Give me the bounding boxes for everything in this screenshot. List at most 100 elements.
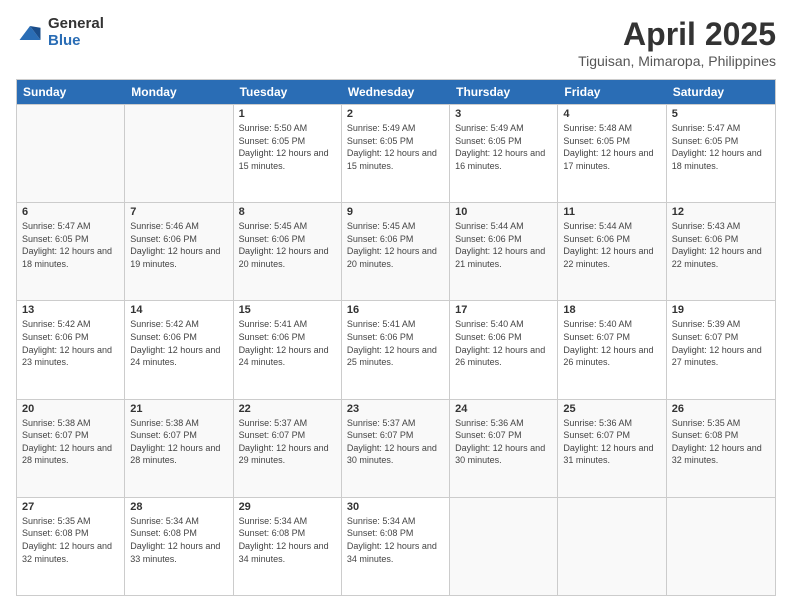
- cell-info: Sunrise: 5:45 AMSunset: 6:06 PMDaylight:…: [239, 220, 336, 270]
- calendar-week-5: 27 Sunrise: 5:35 AMSunset: 6:08 PMDayligh…: [17, 497, 775, 595]
- cell-info: Sunrise: 5:45 AMSunset: 6:06 PMDaylight:…: [347, 220, 444, 270]
- cell-info: Sunrise: 5:36 AMSunset: 6:07 PMDaylight:…: [455, 417, 552, 467]
- calendar-day-8: 8 Sunrise: 5:45 AMSunset: 6:06 PMDaylight…: [234, 203, 342, 300]
- calendar-day-11: 11Sunrise: 5:44 AMSunset: 6:06 PMDayligh…: [558, 203, 666, 300]
- day-number: 1: [239, 108, 336, 120]
- cell-info: Sunrise: 5:46 AMSunset: 6:06 PMDaylight:…: [130, 220, 227, 270]
- cell-info: Sunrise: 5:34 AMSunset: 6:08 PMDaylight:…: [239, 515, 336, 565]
- cell-info: Sunrise: 5:38 AMSunset: 6:07 PMDaylight:…: [22, 417, 119, 467]
- day-number: 28: [130, 501, 227, 513]
- day-number: 27: [22, 501, 119, 513]
- calendar-day-4: 4 Sunrise: 5:48 AMSunset: 6:05 PMDaylight…: [558, 105, 666, 202]
- header-day-tuesday: Tuesday: [234, 80, 342, 104]
- calendar-empty-cell: [17, 105, 125, 202]
- calendar-day-25: 25 Sunrise: 5:36 AMSunset: 6:07 PMDayligh…: [558, 400, 666, 497]
- day-number: 22: [239, 403, 336, 415]
- logo-text: General Blue: [48, 16, 104, 49]
- calendar-day-7: 7Sunrise: 5:46 AMSunset: 6:06 PMDaylight…: [125, 203, 233, 300]
- cell-info: Sunrise: 5:50 AMSunset: 6:05 PMDaylight:…: [239, 122, 336, 172]
- day-number: 10: [455, 206, 552, 218]
- header-day-friday: Friday: [558, 80, 666, 104]
- day-number: 23: [347, 403, 444, 415]
- day-number: 2: [347, 108, 444, 120]
- day-number: 18: [563, 304, 660, 316]
- calendar-day-13: 13Sunrise: 5:42 AMSunset: 6:06 PMDayligh…: [17, 301, 125, 398]
- day-number: 14: [130, 304, 227, 316]
- calendar-empty-cell: [450, 498, 558, 595]
- calendar-day-6: 6 Sunrise: 5:47 AMSunset: 6:05 PMDaylight…: [17, 203, 125, 300]
- header-day-wednesday: Wednesday: [342, 80, 450, 104]
- cell-info: Sunrise: 5:38 AMSunset: 6:07 PMDaylight:…: [130, 417, 227, 467]
- day-number: 12: [672, 206, 770, 218]
- calendar-day-30: 30Sunrise: 5:34 AMSunset: 6:08 PMDayligh…: [342, 498, 450, 595]
- calendar-day-12: 12 Sunrise: 5:43 AMSunset: 6:06 PMDayligh…: [667, 203, 775, 300]
- cell-info: Sunrise: 5:39 AMSunset: 6:07 PMDaylight:…: [672, 318, 770, 368]
- calendar-week-3: 13Sunrise: 5:42 AMSunset: 6:06 PMDayligh…: [17, 300, 775, 398]
- calendar-day-18: 18Sunrise: 5:40 AMSunset: 6:07 PMDayligh…: [558, 301, 666, 398]
- logo: General Blue: [16, 16, 104, 49]
- day-number: 16: [347, 304, 444, 316]
- calendar-day-19: 19 Sunrise: 5:39 AMSunset: 6:07 PMDayligh…: [667, 301, 775, 398]
- day-number: 13: [22, 304, 119, 316]
- day-number: 21: [130, 403, 227, 415]
- calendar-day-27: 27 Sunrise: 5:35 AMSunset: 6:08 PMDayligh…: [17, 498, 125, 595]
- day-number: 19: [672, 304, 770, 316]
- calendar-day-1: 1 Sunrise: 5:50 AMSunset: 6:05 PMDaylight…: [234, 105, 342, 202]
- calendar-day-22: 22 Sunrise: 5:37 AMSunset: 6:07 PMDayligh…: [234, 400, 342, 497]
- cell-info: Sunrise: 5:48 AMSunset: 6:05 PMDaylight:…: [563, 122, 660, 172]
- calendar-day-23: 23 Sunrise: 5:37 AMSunset: 6:07 PMDayligh…: [342, 400, 450, 497]
- calendar-empty-cell: [558, 498, 666, 595]
- calendar-body: 1 Sunrise: 5:50 AMSunset: 6:05 PMDaylight…: [17, 104, 775, 595]
- calendar-day-17: 17 Sunrise: 5:40 AMSunset: 6:06 PMDayligh…: [450, 301, 558, 398]
- cell-info: Sunrise: 5:41 AMSunset: 6:06 PMDaylight:…: [347, 318, 444, 368]
- cell-info: Sunrise: 5:44 AMSunset: 6:06 PMDaylight:…: [455, 220, 552, 270]
- calendar-day-14: 14Sunrise: 5:42 AMSunset: 6:06 PMDayligh…: [125, 301, 233, 398]
- calendar-day-28: 28 Sunrise: 5:34 AMSunset: 6:08 PMDayligh…: [125, 498, 233, 595]
- day-number: 25: [563, 403, 660, 415]
- logo-icon: [16, 19, 44, 47]
- month-title: April 2025: [578, 16, 776, 53]
- header-day-thursday: Thursday: [450, 80, 558, 104]
- day-number: 30: [347, 501, 444, 513]
- cell-info: Sunrise: 5:41 AMSunset: 6:06 PMDaylight:…: [239, 318, 336, 368]
- cell-info: Sunrise: 5:47 AMSunset: 6:05 PMDaylight:…: [672, 122, 770, 172]
- calendar-week-1: 1 Sunrise: 5:50 AMSunset: 6:05 PMDaylight…: [17, 104, 775, 202]
- header: General Blue April 2025 Tiguisan, Mimaro…: [16, 16, 776, 69]
- cell-info: Sunrise: 5:40 AMSunset: 6:06 PMDaylight:…: [455, 318, 552, 368]
- day-number: 9: [347, 206, 444, 218]
- calendar-week-4: 20Sunrise: 5:38 AMSunset: 6:07 PMDayligh…: [17, 399, 775, 497]
- cell-info: Sunrise: 5:37 AMSunset: 6:07 PMDaylight:…: [239, 417, 336, 467]
- calendar: SundayMondayTuesdayWednesdayThursdayFrid…: [16, 79, 776, 596]
- header-day-sunday: Sunday: [17, 80, 125, 104]
- cell-info: Sunrise: 5:36 AMSunset: 6:07 PMDaylight:…: [563, 417, 660, 467]
- logo-general-text: General: [48, 16, 104, 33]
- calendar-day-9: 9 Sunrise: 5:45 AMSunset: 6:06 PMDaylight…: [342, 203, 450, 300]
- calendar-empty-cell: [667, 498, 775, 595]
- header-day-saturday: Saturday: [667, 80, 775, 104]
- day-number: 26: [672, 403, 770, 415]
- title-area: April 2025 Tiguisan, Mimaropa, Philippin…: [578, 16, 776, 69]
- cell-info: Sunrise: 5:44 AMSunset: 6:06 PMDaylight:…: [563, 220, 660, 270]
- day-number: 17: [455, 304, 552, 316]
- cell-info: Sunrise: 5:37 AMSunset: 6:07 PMDaylight:…: [347, 417, 444, 467]
- calendar-day-10: 10 Sunrise: 5:44 AMSunset: 6:06 PMDayligh…: [450, 203, 558, 300]
- calendar-day-3: 3Sunrise: 5:49 AMSunset: 6:05 PMDaylight…: [450, 105, 558, 202]
- header-day-monday: Monday: [125, 80, 233, 104]
- logo-blue-text: Blue: [48, 33, 104, 50]
- calendar-day-24: 24Sunrise: 5:36 AMSunset: 6:07 PMDayligh…: [450, 400, 558, 497]
- day-number: 6: [22, 206, 119, 218]
- calendar-day-15: 15 Sunrise: 5:41 AMSunset: 6:06 PMDayligh…: [234, 301, 342, 398]
- day-number: 8: [239, 206, 336, 218]
- cell-info: Sunrise: 5:49 AMSunset: 6:05 PMDaylight:…: [347, 122, 444, 172]
- day-number: 4: [563, 108, 660, 120]
- day-number: 15: [239, 304, 336, 316]
- cell-info: Sunrise: 5:47 AMSunset: 6:05 PMDaylight:…: [22, 220, 119, 270]
- cell-info: Sunrise: 5:43 AMSunset: 6:06 PMDaylight:…: [672, 220, 770, 270]
- cell-info: Sunrise: 5:49 AMSunset: 6:05 PMDaylight:…: [455, 122, 552, 172]
- day-number: 29: [239, 501, 336, 513]
- calendar-header: SundayMondayTuesdayWednesdayThursdayFrid…: [17, 80, 775, 104]
- cell-info: Sunrise: 5:34 AMSunset: 6:08 PMDaylight:…: [130, 515, 227, 565]
- cell-info: Sunrise: 5:35 AMSunset: 6:08 PMDaylight:…: [22, 515, 119, 565]
- calendar-day-2: 2 Sunrise: 5:49 AMSunset: 6:05 PMDaylight…: [342, 105, 450, 202]
- location: Tiguisan, Mimaropa, Philippines: [578, 53, 776, 69]
